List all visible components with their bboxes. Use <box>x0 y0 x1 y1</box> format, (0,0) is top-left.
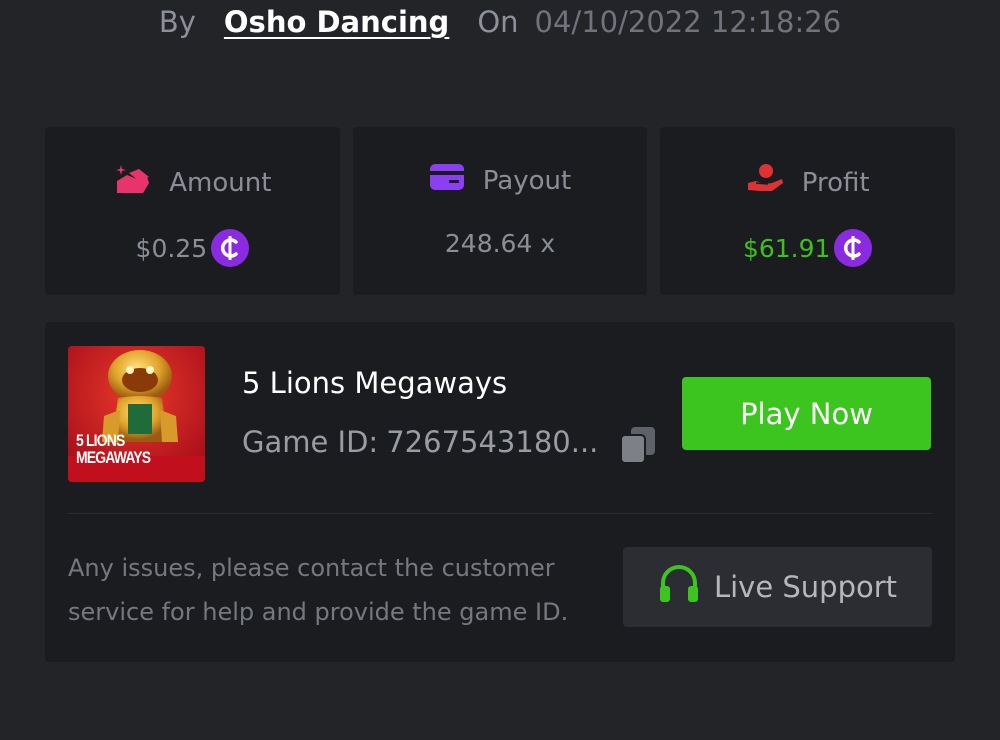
stats-row: Amount $0.25 Payout 248.64 x Profit $61.… <box>45 127 956 295</box>
hand-coin-icon <box>746 163 784 202</box>
payout-label: Payout <box>482 165 572 196</box>
thumbnail-title: 5 LIONS MEGAWAYS <box>76 431 151 467</box>
live-support-label: Live Support <box>713 570 898 604</box>
bet-header: By Osho Dancing On 04/10/2022 12:18:26 <box>0 0 1000 44</box>
by-label: By <box>158 5 196 39</box>
amount-label: Amount <box>169 167 272 198</box>
amount-icon <box>113 163 151 202</box>
amount-card: Amount $0.25 <box>45 127 340 295</box>
game-card: 5 LIONS MEGAWAYS 5 Lions Megaways Game I… <box>45 322 955 662</box>
profit-card: Profit $61.91 <box>660 127 956 295</box>
copy-icon[interactable] <box>619 425 657 465</box>
profit-value: $61.91 <box>742 233 831 263</box>
game-id-label: Game ID: <box>242 425 379 459</box>
bet-datetime: 04/10/2022 12:18:26 <box>534 5 842 39</box>
coin-icon <box>211 229 250 267</box>
support-message: Any issues, please contact the customer … <box>68 554 569 626</box>
divider <box>68 513 932 514</box>
game-id-value: 7267543180... <box>386 425 599 459</box>
on-label: On <box>477 5 519 39</box>
play-now-button[interactable]: Play Now <box>682 377 931 450</box>
headset-icon <box>658 564 700 611</box>
live-support-button[interactable]: Live Support <box>623 547 932 627</box>
username-link[interactable]: Osho Dancing <box>224 5 449 39</box>
payout-value: 248.64 x <box>444 229 556 258</box>
profit-label: Profit <box>801 167 870 198</box>
coin-icon <box>834 229 873 267</box>
card-icon <box>429 163 465 198</box>
game-thumbnail[interactable]: 5 LIONS MEGAWAYS <box>68 346 205 482</box>
amount-value: $0.25 <box>135 233 208 263</box>
game-id: Game ID: 7267543180... <box>242 425 598 459</box>
game-title: 5 Lions Megaways <box>242 366 508 400</box>
payout-card: Payout 248.64 x <box>352 127 648 295</box>
